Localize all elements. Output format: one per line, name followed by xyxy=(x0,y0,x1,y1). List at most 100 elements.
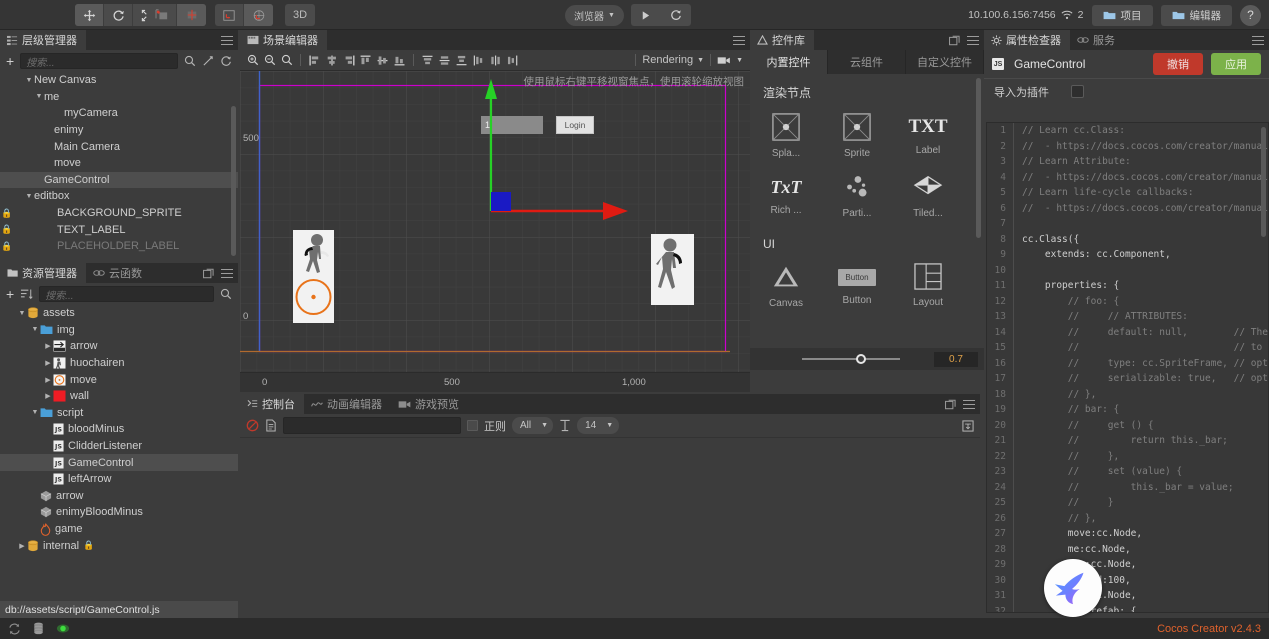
chevron-down-icon[interactable]: ▼ xyxy=(34,93,44,100)
chevron-right-icon[interactable]: ▶ xyxy=(43,376,53,384)
tab-cloud-functions[interactable]: 云函数 xyxy=(86,263,151,283)
distribute-bottom-button[interactable] xyxy=(453,51,470,70)
tab-services[interactable]: 服务 xyxy=(1070,30,1124,50)
widget-category-tab-云组件[interactable]: 云组件 xyxy=(828,50,906,74)
hierarchy-node-background-sprite[interactable]: 🔒▶BACKGROUND_SPRITE xyxy=(0,205,238,222)
chevron-down-icon[interactable]: ▼ xyxy=(30,326,40,333)
assets-tree[interactable]: ▼ assets ▼ img ▶ arrow ▶ huochairen ▶ move ▶ wall ▼ s… xyxy=(0,305,238,595)
chevron-right-icon[interactable]: ▶ xyxy=(43,392,53,400)
hierarchy-node-enimy[interactable]: ▶enimy xyxy=(0,122,238,139)
clear-console-icon[interactable] xyxy=(246,419,259,432)
code-scrollbar[interactable] xyxy=(1261,127,1266,237)
play-button[interactable] xyxy=(631,4,661,26)
local-coord-tool-button[interactable] xyxy=(215,4,244,26)
zoom-out-button[interactable] xyxy=(261,51,278,70)
asset-node-internal[interactable]: ▶ internal 🔒 xyxy=(0,537,238,554)
chevron-down-icon[interactable]: ▼ xyxy=(24,193,34,200)
tab-scene-editor[interactable]: 场景编辑器 xyxy=(240,30,327,50)
align-right-button[interactable] xyxy=(340,51,357,70)
asset-node-move[interactable]: ▶ move xyxy=(0,371,238,388)
console-filter-dropdown[interactable]: All ▼ xyxy=(512,417,554,434)
widget-library-menu-icon[interactable] xyxy=(967,35,979,45)
project-button[interactable]: 项目 xyxy=(1091,4,1153,26)
align-bottom-button[interactable] xyxy=(391,51,408,70)
tab-animation-editor[interactable]: 动画编辑器 xyxy=(304,394,391,414)
inspector-menu-icon[interactable] xyxy=(1252,35,1264,45)
align-vcenter-button[interactable] xyxy=(374,51,391,70)
scene-login-button[interactable]: Login xyxy=(556,116,594,134)
hierarchy-node-main-camera[interactable]: ▶Main Camera xyxy=(0,138,238,155)
console-menu-icon[interactable] xyxy=(963,399,975,409)
mode-3d-button[interactable]: 3D xyxy=(285,4,315,26)
scene-canvas[interactable]: 使用鼠标右键平移视窗焦点，使用滚轮缩放视图 1 Login 500 0 0 50… xyxy=(240,71,750,392)
camera-dropdown[interactable]: ▼ xyxy=(717,56,743,65)
hierarchy-node-me[interactable]: ▼ me xyxy=(0,89,238,106)
search-icon[interactable] xyxy=(220,288,232,300)
help-button[interactable]: ? xyxy=(1240,4,1261,26)
export-log-icon[interactable] xyxy=(265,419,277,432)
hierarchy-node-new-canvas[interactable]: ▼ New Canvas xyxy=(0,72,238,89)
align-left-button[interactable] xyxy=(306,51,323,70)
align-hcenter-button[interactable] xyxy=(323,51,340,70)
distribute-middle-button[interactable] xyxy=(436,51,453,70)
asset-node-assets[interactable]: ▼ assets xyxy=(0,305,238,322)
refresh-button[interactable] xyxy=(661,4,691,26)
asset-node-leftarrow[interactable]: ▶JSleftArrow xyxy=(0,471,238,488)
status-dot-icon[interactable] xyxy=(56,623,70,634)
move-tool-button[interactable] xyxy=(75,4,104,26)
tab-widget-library[interactable]: 控件库 xyxy=(750,30,814,50)
chevron-down-icon[interactable]: ▼ xyxy=(30,409,40,416)
tab-inspector[interactable]: 属性检查器 xyxy=(984,30,1070,50)
hierarchy-tree[interactable]: ▼New Canvas▼me▶myCamera▶enimy▶Main Camer… xyxy=(0,72,238,257)
widget-richtext[interactable]: TxT Rich ... xyxy=(763,173,809,219)
preview-target-dropdown[interactable]: 浏览器 ▼ xyxy=(565,4,624,26)
widget-sprite[interactable]: Sprite xyxy=(834,113,880,159)
distribute-top-button[interactable] xyxy=(419,51,436,70)
widget-canvas[interactable]: Canvas xyxy=(763,263,809,309)
scene-sprite-player[interactable] xyxy=(293,230,334,280)
revert-button[interactable]: 撤销 xyxy=(1153,53,1203,75)
widget-zoom-value[interactable]: 0.7 xyxy=(934,351,978,367)
script-code-viewer[interactable]: 1 // Learn cc.Class: 2 // - https://docs.co… xyxy=(986,122,1269,613)
widget-button[interactable]: Button Button xyxy=(834,263,880,309)
scroll-lock-icon[interactable] xyxy=(962,419,974,432)
chevron-right-icon[interactable]: ▶ xyxy=(43,359,53,367)
popout-icon[interactable] xyxy=(945,399,956,410)
slider-thumb[interactable] xyxy=(856,354,866,364)
pivot-center-tool-button[interactable] xyxy=(148,4,177,26)
align-top-button[interactable] xyxy=(357,51,374,70)
widget-tiledmap[interactable]: Tiled... xyxy=(905,173,951,219)
global-coord-tool-button[interactable] xyxy=(244,4,273,26)
sort-icon[interactable] xyxy=(20,288,33,300)
tab-hierarchy[interactable]: 层级管理器 xyxy=(0,30,86,50)
search-icon[interactable] xyxy=(184,55,196,67)
pivot-pivot-tool-button[interactable] xyxy=(177,4,206,26)
popout-icon[interactable] xyxy=(203,268,214,279)
asset-node-img[interactable]: ▼ img xyxy=(0,322,238,339)
widget-category-tab-自定义控件[interactable]: 自定义控件 xyxy=(906,50,984,74)
widget-library-scrollbar[interactable] xyxy=(976,78,981,238)
hierarchy-node-text-label[interactable]: 🔒▶TEXT_LABEL xyxy=(0,221,238,238)
asset-node-script[interactable]: ▼ script xyxy=(0,405,238,422)
asset-node-huochairen[interactable]: ▶ huochairen xyxy=(0,355,238,372)
zoom-in-button[interactable] xyxy=(244,51,261,70)
refresh-icon[interactable] xyxy=(220,55,232,67)
hierarchy-node-placeholder-label[interactable]: 🔒▶PLACEHOLDER_LABEL xyxy=(0,238,238,255)
popout-icon[interactable] xyxy=(949,35,960,46)
console-output[interactable] xyxy=(240,438,980,614)
hierarchy-search-input[interactable]: 搜索... xyxy=(20,53,178,69)
asset-node-arrow[interactable]: ▶arrow xyxy=(0,488,238,505)
widget-zoom-slider[interactable] xyxy=(756,353,926,365)
hierarchy-node-gamecontrol[interactable]: ▶GameControl xyxy=(0,171,238,189)
asset-node-gamecontrol[interactable]: ▶JSGameControl xyxy=(0,454,238,471)
database-icon[interactable] xyxy=(33,622,44,635)
tab-assets[interactable]: 资源管理器 xyxy=(0,263,86,283)
asset-node-game[interactable]: ▶game xyxy=(0,521,238,538)
chevron-right-icon[interactable]: ▶ xyxy=(17,542,27,550)
hierarchy-node-editbox[interactable]: ▼ editbox xyxy=(0,188,238,205)
chevron-right-icon[interactable]: ▶ xyxy=(43,342,53,350)
scene-editbox[interactable]: 1 xyxy=(481,116,543,134)
asset-node-enimybloodminus[interactable]: ▶enimyBloodMinus xyxy=(0,504,238,521)
console-fontsize-dropdown[interactable]: 14 ▼ xyxy=(577,417,620,434)
zoom-reset-button[interactable] xyxy=(278,51,295,70)
